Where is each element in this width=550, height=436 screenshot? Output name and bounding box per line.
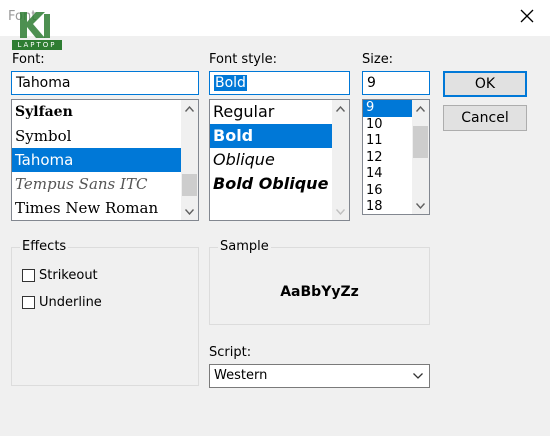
cancel-button[interactable]: Cancel — [443, 105, 527, 131]
script-label: Script: — [209, 345, 252, 360]
script-dropdown[interactable]: Western — [209, 364, 430, 388]
chevron-up-icon — [416, 105, 425, 112]
logo-band: LAPTOP — [12, 40, 62, 50]
scroll-down-button[interactable] — [181, 203, 198, 220]
scroll-thumb[interactable] — [413, 126, 428, 158]
scroll-up-button[interactable] — [412, 100, 429, 117]
underline-label: Underline — [39, 295, 102, 310]
size-list-item[interactable]: 14 — [363, 166, 412, 183]
size-list-item[interactable]: 16 — [363, 183, 412, 200]
scroll-thumb[interactable] — [182, 174, 197, 196]
size-list-item[interactable]: 11 — [363, 133, 412, 150]
font-list-item-selected[interactable]: Tahoma — [12, 148, 181, 172]
font-style-scrollbar[interactable] — [332, 100, 349, 220]
close-button[interactable] — [504, 0, 550, 32]
size-list-item[interactable]: 18 — [363, 199, 412, 214]
scroll-up-button[interactable] — [332, 100, 349, 117]
chevron-down-icon — [336, 208, 345, 215]
scroll-up-button[interactable] — [181, 100, 198, 117]
size-list[interactable]: 9 10 11 12 14 16 18 — [362, 99, 430, 215]
style-list-item[interactable]: Oblique — [210, 148, 332, 172]
size-input[interactable]: 9 — [362, 71, 430, 95]
size-list-item-selected[interactable]: 9 — [363, 100, 412, 117]
script-dropdown-value: Western — [214, 368, 268, 383]
sample-group-title: Sample — [218, 239, 271, 254]
underline-option[interactable]: Underline — [22, 295, 102, 310]
strikeout-option[interactable]: Strikeout — [22, 268, 98, 283]
scroll-down-button[interactable] — [412, 197, 429, 214]
chevron-down-icon — [416, 202, 425, 209]
logo-mark-icon — [20, 12, 50, 38]
size-list-scrollbar[interactable] — [412, 100, 429, 214]
style-list-item[interactable]: Regular — [210, 100, 332, 124]
font-list-scrollbar[interactable] — [181, 100, 198, 220]
font-list[interactable]: Sylfaen Symbol Tahoma Tempus Sans ITC Ti… — [11, 99, 199, 221]
chevron-up-icon — [336, 105, 345, 112]
font-style-list[interactable]: Regular Bold Oblique Bold Oblique — [209, 99, 350, 221]
watermark-logo: LAPTOP — [12, 10, 64, 52]
strikeout-checkbox[interactable] — [22, 269, 35, 282]
close-icon — [520, 9, 534, 23]
chevron-down-icon — [413, 373, 423, 379]
font-list-item[interactable]: Symbol — [12, 124, 181, 148]
sample-group: Sample AaBbYyZz — [209, 239, 430, 325]
chevron-down-icon — [185, 208, 194, 215]
font-list-item[interactable]: Times New Roman — [12, 196, 181, 220]
underline-checkbox[interactable] — [22, 296, 35, 309]
size-list-item[interactable]: 12 — [363, 150, 412, 167]
style-list-item-selected[interactable]: Bold — [210, 124, 332, 148]
font-name-input[interactable]: Tahoma — [11, 71, 199, 95]
ok-button[interactable]: OK — [443, 71, 527, 97]
effects-group: Effects Strikeout Underline — [11, 239, 199, 386]
style-list-item[interactable]: Bold Oblique — [210, 172, 332, 196]
font-list-item[interactable]: Sylfaen — [12, 100, 181, 124]
font-list-item[interactable]: Tempus Sans ITC — [12, 172, 181, 196]
font-style-input[interactable]: Bold — [209, 71, 350, 95]
title-bar: Font — [0, 0, 550, 36]
font-style-label: Font style: — [209, 52, 277, 67]
size-label: Size: — [362, 52, 394, 67]
strikeout-label: Strikeout — [39, 268, 98, 283]
size-list-item[interactable]: 10 — [363, 117, 412, 134]
sample-preview-text: AaBbYyZz — [280, 284, 359, 300]
effects-group-title: Effects — [20, 239, 69, 254]
font-label: Font: — [12, 52, 45, 67]
chevron-up-icon — [185, 105, 194, 112]
scroll-down-button[interactable] — [332, 203, 349, 220]
font-style-input-value: Bold — [214, 75, 247, 91]
